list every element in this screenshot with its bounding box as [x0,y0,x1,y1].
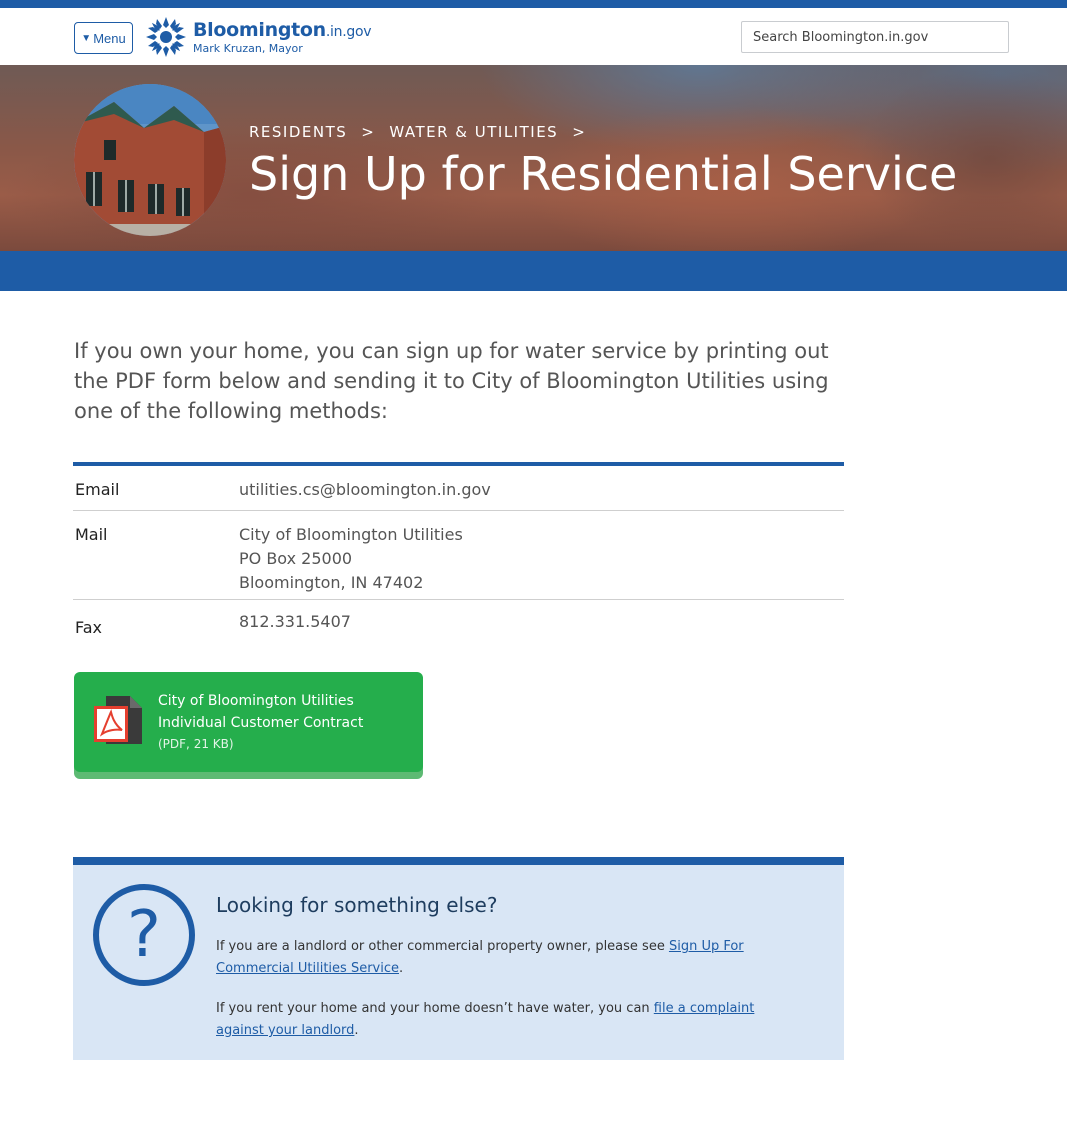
search-input[interactable] [741,21,1009,53]
pdf-download-button[interactable]: City of Bloomington Utilities Individual… [74,672,423,772]
hero-banner: RESIDENTS > WATER & UTILITIES > Sign Up … [0,65,1067,251]
site-header: ▼ Menu Bloomington.in.gov Mark Kruzan, M… [0,8,1067,65]
intro-paragraph: If you own your home, you can sign up fo… [74,339,829,423]
help-paragraph-landlord: If you are a landlord or other commercia… [216,936,806,980]
method-row-mail: Mail City of Bloomington Utilities PO Bo… [73,511,844,600]
question-mark-icon: ? [93,884,195,986]
address-line: PO Box 25000 [239,549,353,568]
brick-building-image [74,84,226,236]
help-text: . [399,961,404,976]
help-text: . [354,1023,359,1038]
hero-blue-bar [0,251,1067,291]
caret-down-icon: ▼ [81,32,92,44]
method-label: Email [75,480,120,499]
help-title: Looking for something else? [216,893,498,917]
pdf-file-meta: (PDF, 21 KB) [158,737,234,751]
mailing-address: City of Bloomington Utilities PO Box 250… [239,523,844,599]
top-accent-stripe [0,0,1067,8]
menu-button[interactable]: ▼ Menu [74,22,133,54]
method-label: Mail [75,525,108,544]
looking-for-something-else-panel: ? Looking for something else? If you are… [73,857,844,1060]
site-logo[interactable]: Bloomington.in.gov Mark Kruzan, Mayor [145,16,372,58]
menu-button-label: Menu [93,30,126,46]
page-title: Sign Up for Residential Service [249,147,958,201]
help-text: If you rent your home and your home does… [216,1001,654,1016]
method-row-email: Email utilities.cs@bloomington.in.gov [73,466,844,511]
pdf-title: City of Bloomington Utilities Individual… [158,693,364,731]
email-address[interactable]: utilities.cs@bloomington.in.gov [239,478,844,510]
address-line: Bloomington, IN 47402 [239,573,424,592]
breadcrumb-residents[interactable]: RESIDENTS [249,123,347,141]
method-row-fax: Fax 812.331.5407 [73,600,844,645]
logo-text: Bloomington.in.gov Mark Kruzan, Mayor [193,18,372,55]
address-line: City of Bloomington Utilities [239,525,463,544]
help-text: If you are a landlord or other commercia… [216,939,669,954]
pdf-file-icon [94,696,142,744]
breadcrumb-water-utilities[interactable]: WATER & UTILITIES [389,123,558,141]
contact-methods-table: Email utilities.cs@bloomington.in.gov Ma… [73,462,844,645]
bloomington-logo-icon [146,17,186,57]
breadcrumb-separator: > [361,123,376,141]
breadcrumb: RESIDENTS > WATER & UTILITIES > [249,123,600,141]
method-label: Fax [75,618,103,637]
help-paragraph-renter: If you rent your home and your home does… [216,998,806,1042]
breadcrumb-separator: > [572,123,587,141]
logo-subtitle: Mark Kruzan, Mayor [193,41,303,55]
hero-brick-building-photo [74,84,226,236]
fax-number: 812.331.5407 [239,612,351,631]
logo-wordmark: Bloomington.in.gov [193,18,372,41]
